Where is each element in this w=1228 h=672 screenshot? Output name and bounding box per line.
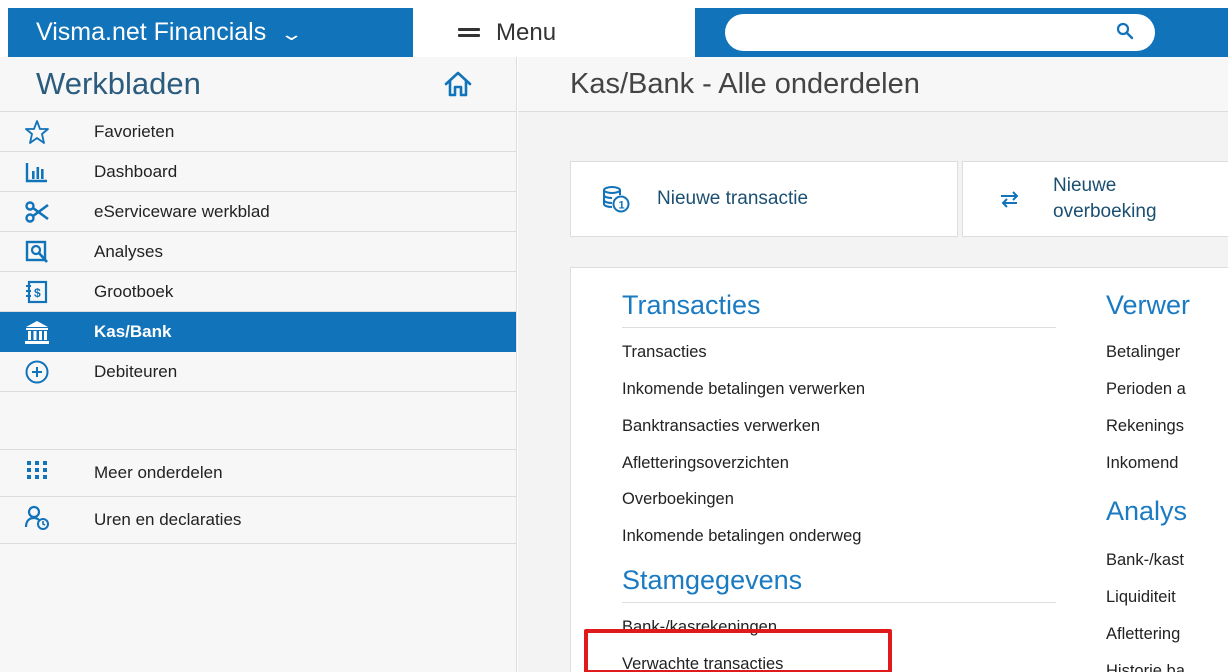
chevron-down-icon: ⌄ — [279, 23, 304, 44]
sidebar-item-label: Kas/Bank — [94, 321, 172, 341]
link-transacties[interactable]: Transacties — [622, 343, 707, 362]
link-aflettering[interactable]: Aflettering — [1106, 625, 1180, 644]
new-transfer-label-line1: Nieuwe — [1053, 175, 1117, 196]
menu-button[interactable]: Menu — [413, 8, 695, 57]
sidebar-item-label: Meer onderdelen — [94, 463, 223, 482]
sidebar-item-label: Grootboek — [94, 281, 174, 301]
product-switcher[interactable]: Visma.net Financials ⌄ — [8, 8, 413, 57]
plus-circle-icon — [24, 359, 50, 385]
new-transfer-label: Nieuwe overboeking — [1053, 173, 1157, 225]
link-inkomende-betalingen-verwerken[interactable]: Inkomende betalingen verwerken — [622, 380, 865, 399]
link-liquiditeit[interactable]: Liquiditeit — [1106, 588, 1176, 607]
sidebar-item-label: Analyses — [94, 241, 163, 261]
sidebar-item-kas-bank[interactable]: Kas/Bank — [0, 312, 516, 352]
bar-chart-icon — [24, 159, 50, 185]
main-content: Kas/Bank - Alle onderdelen 1 Nieuwe tran… — [518, 57, 1228, 672]
top-bar: Visma.net Financials ⌄ Menu — [0, 0, 1228, 57]
sidebar-spacer — [0, 392, 516, 450]
svg-text:1: 1 — [619, 200, 625, 212]
analysis-icon — [24, 239, 50, 265]
link-banktransacties-verwerken[interactable]: Banktransacties verwerken — [622, 417, 820, 436]
search-input[interactable] — [725, 14, 1155, 51]
link-bank-kast[interactable]: Bank-/kast — [1106, 551, 1184, 570]
sidebar-item-uren-declaraties[interactable]: Uren en declaraties — [0, 497, 516, 544]
svg-text:$: $ — [34, 286, 41, 300]
sidebar: Werkbladen Favorieten Dashboard eService… — [0, 57, 517, 672]
section-title-analyses: Analys — [1106, 496, 1188, 526]
home-icon[interactable] — [443, 69, 473, 99]
new-transfer-label-line2: overboeking — [1053, 201, 1157, 222]
sidebar-item-label: Uren en declaraties — [94, 510, 242, 529]
new-transfer-button[interactable]: Nieuwe overboeking — [962, 161, 1228, 237]
user-clock-icon — [24, 504, 50, 530]
section-title-stamgegevens: Stamgegevens — [622, 565, 1056, 603]
sidebar-item-dashboard[interactable]: Dashboard — [0, 152, 516, 192]
sidebar-item-meer-onderdelen[interactable]: Meer onderdelen — [0, 450, 516, 497]
new-transaction-button[interactable]: 1 Nieuwe transactie — [570, 161, 958, 237]
sidebar-item-debiteuren[interactable]: Debiteuren — [0, 352, 516, 392]
grid-dots-icon — [24, 457, 50, 483]
link-inkomende[interactable]: Inkomend — [1106, 454, 1178, 473]
bank-icon — [24, 319, 50, 345]
hamburger-icon — [458, 25, 480, 40]
sidebar-item-eserviceware[interactable]: eServiceware werkblad — [0, 192, 516, 232]
coins-icon: 1 — [603, 186, 630, 213]
search-bar — [695, 8, 1228, 57]
page-title-bar: Kas/Bank - Alle onderdelen — [518, 57, 1228, 112]
highlight-box — [584, 629, 892, 672]
sidebar-item-label: Debiteuren — [94, 361, 178, 381]
menu-label: Menu — [496, 18, 557, 46]
sidebar-item-label: Favorieten — [94, 121, 175, 141]
link-historie[interactable]: Historie ba — [1106, 662, 1185, 672]
search-icon[interactable] — [1115, 21, 1135, 41]
sidebar-item-label: Dashboard — [94, 161, 178, 181]
product-name: Visma.net Financials — [36, 18, 267, 46]
scissors-icon — [24, 199, 50, 225]
sidebar-title: Werkbladen — [36, 66, 201, 101]
links-panel: Transacties Transacties Inkomende betali… — [570, 267, 1228, 672]
star-icon — [24, 119, 50, 145]
link-overboekingen[interactable]: Overboekingen — [622, 490, 734, 509]
sidebar-item-analyses[interactable]: Analyses — [0, 232, 516, 272]
sidebar-item-grootboek[interactable]: $ Grootboek — [0, 272, 516, 312]
link-perioden[interactable]: Perioden a — [1106, 380, 1186, 399]
transfer-icon — [1001, 191, 1019, 208]
sidebar-item-label: eServiceware werkblad — [94, 201, 270, 221]
link-inkomende-betalingen-onderweg[interactable]: Inkomende betalingen onderweg — [622, 527, 861, 546]
page-title: Kas/Bank - Alle onderdelen — [570, 67, 920, 100]
link-afletteringsoverzichten[interactable]: Afletteringsoverzichten — [622, 454, 789, 473]
link-betalingen[interactable]: Betalinger — [1106, 343, 1180, 362]
sidebar-item-favorieten[interactable]: Favorieten — [0, 112, 516, 152]
ledger-icon: $ — [24, 279, 50, 305]
section-title-verwerken: Verwer — [1106, 290, 1191, 320]
sidebar-header: Werkbladen — [0, 57, 516, 112]
section-title-transacties: Transacties — [622, 290, 1056, 328]
new-transaction-label: Nieuwe transactie — [657, 188, 809, 209]
link-rekeningsoverzichten[interactable]: Rekenings — [1106, 417, 1184, 436]
